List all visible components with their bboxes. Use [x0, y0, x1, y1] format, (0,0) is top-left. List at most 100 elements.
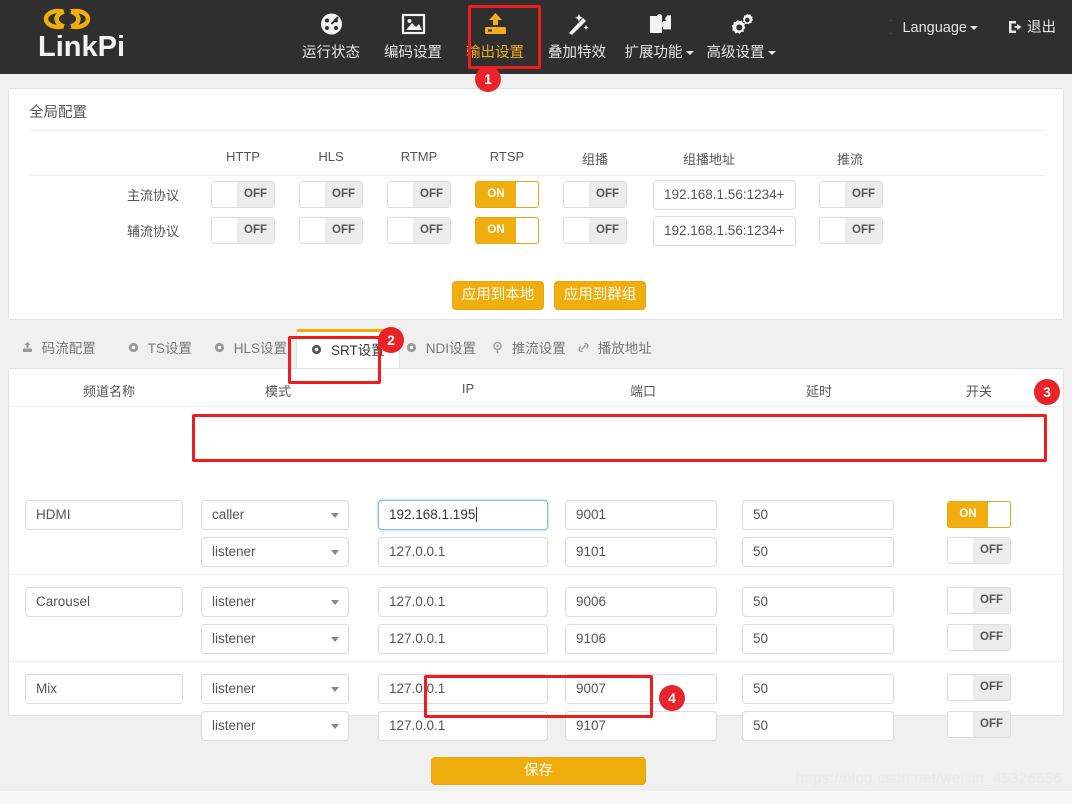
logout-button[interactable]: 退出: [1008, 16, 1056, 37]
nav-item-encoding-settings[interactable]: 编码设置: [372, 0, 454, 74]
toggle-state-label: OFF: [845, 182, 882, 207]
nav-item-running-status[interactable]: 运行状态: [290, 0, 372, 74]
delay-input-3[interactable]: 50: [742, 624, 894, 654]
tab-playback-address[interactable]: 播放地址: [578, 329, 652, 369]
toggle-push-sub[interactable]: OFF: [819, 217, 883, 244]
nav-item-label: 叠加特效: [536, 41, 618, 62]
toggle-state-label: OFF: [973, 538, 1010, 563]
multicast-address-input-sub[interactable]: 192.168.1.56:1234+: [653, 216, 796, 246]
ip-input-0[interactable]: 192.168.1.195: [378, 500, 548, 530]
switch-toggle-0[interactable]: ON: [947, 501, 1011, 528]
toggle-state-label: OFF: [973, 712, 1010, 737]
row-label-sub-stream: 辅流协议: [69, 221, 179, 240]
mode-select-5[interactable]: listener: [201, 711, 349, 741]
channel-name-input-4[interactable]: Mix: [25, 674, 183, 704]
chevron-down-icon: [686, 51, 694, 55]
port-input-2[interactable]: 9006: [565, 587, 717, 617]
toggle-hls-sub[interactable]: OFF: [299, 217, 363, 244]
mode-select-0[interactable]: caller: [201, 500, 349, 530]
brand-logo[interactable]: LinkPi: [38, 6, 248, 62]
toggle-multicast-main[interactable]: OFF: [563, 181, 627, 208]
toggle-hls-main[interactable]: OFF: [299, 181, 363, 208]
column-header-switch: 开关: [909, 381, 1049, 400]
annotation-box-1: [468, 5, 541, 69]
toggle-state-label: OFF: [845, 218, 882, 243]
ip-input-2[interactable]: 127.0.0.1: [378, 587, 548, 617]
delay-input-5[interactable]: 50: [742, 711, 894, 741]
switch-toggle-2[interactable]: OFF: [947, 587, 1011, 614]
nav-item-overlay-effects[interactable]: 叠加特效: [536, 0, 618, 74]
toggle-http-sub[interactable]: OFF: [211, 217, 275, 244]
tab-hls-settings[interactable]: HLS设置: [214, 329, 287, 369]
switch-toggle-5[interactable]: OFF: [947, 711, 1011, 738]
channel-name-input-0[interactable]: HDMI: [25, 500, 183, 530]
chevron-down-icon: [331, 637, 339, 642]
global-config-title: 全局配置: [29, 101, 87, 122]
nav-item-extensions[interactable]: 扩展功能: [618, 0, 700, 74]
toggle-http-main[interactable]: OFF: [211, 181, 275, 208]
chain-link-icon: [42, 6, 248, 32]
toggle-state-label: OFF: [325, 218, 362, 243]
apply-to-local-button[interactable]: 应用到本地: [452, 281, 544, 310]
multicast-address-input-main[interactable]: 192.168.1.56:1234+: [653, 180, 796, 210]
toggle-rtmp-sub[interactable]: OFF: [387, 217, 451, 244]
toggle-state-label: OFF: [413, 182, 450, 207]
annotation-box-2: [288, 336, 381, 384]
switch-toggle-3[interactable]: OFF: [947, 624, 1011, 651]
column-header-push: 推流: [804, 149, 896, 168]
chevron-down-icon: [331, 513, 339, 518]
delay-input-4[interactable]: 50: [742, 674, 894, 704]
tab-ts-settings[interactable]: TS设置: [128, 329, 192, 369]
tab-push-settings[interactable]: 推流设置: [492, 329, 566, 369]
tab-bitstream-config[interactable]: 码流配置: [22, 329, 96, 369]
annotation-badge-2: 2: [378, 327, 404, 353]
column-header-ip: IP: [373, 381, 563, 396]
chevron-down-icon: [768, 51, 776, 55]
ip-input-3[interactable]: 127.0.0.1: [378, 624, 548, 654]
tab-label: NDI设置: [426, 341, 476, 356]
mode-select-4[interactable]: listener: [201, 674, 349, 704]
column-header-hls: HLS: [285, 149, 377, 164]
toggle-state-label: OFF: [325, 182, 362, 207]
delay-input-2[interactable]: 50: [742, 587, 894, 617]
tab-label: 播放地址: [598, 341, 652, 356]
column-header-rtmp: RTMP: [373, 149, 465, 164]
annotation-badge-1: 1: [475, 66, 501, 92]
ip-input-1[interactable]: 127.0.0.1: [378, 537, 548, 567]
toggle-multicast-sub[interactable]: OFF: [563, 217, 627, 244]
toggle-state-label: OFF: [237, 218, 274, 243]
toggle-rtmp-main[interactable]: OFF: [387, 181, 451, 208]
column-header-multicast: 组播: [549, 149, 641, 168]
delay-input-0[interactable]: 50: [742, 500, 894, 530]
apply-to-group-button[interactable]: 应用到群组: [554, 281, 646, 310]
divider: [29, 130, 1045, 131]
column-header-channel-name: 频道名称: [25, 381, 193, 400]
language-selector[interactable]: Language: [884, 20, 978, 36]
switch-toggle-1[interactable]: OFF: [947, 537, 1011, 564]
toggle-state-label: OFF: [413, 218, 450, 243]
nav-item-advanced-settings[interactable]: 高级设置: [700, 0, 782, 74]
channel-name-input-2[interactable]: Carousel: [25, 587, 183, 617]
save-button[interactable]: 保存: [431, 757, 646, 785]
nav-item-label: 编码设置: [372, 41, 454, 62]
tab-ndi-settings[interactable]: NDI设置: [406, 329, 476, 369]
tab-label: TS设置: [148, 341, 192, 356]
nav-label-text: 高级设置: [707, 45, 765, 61]
broadcast-icon: [492, 341, 507, 356]
column-header-rtsp: RTSP: [461, 149, 553, 164]
toggle-push-main[interactable]: OFF: [819, 181, 883, 208]
switch-toggle-4[interactable]: OFF: [947, 674, 1011, 701]
mode-select-2[interactable]: listener: [201, 587, 349, 617]
nav-item-label: 运行状态: [290, 41, 372, 62]
toggle-rtsp-sub[interactable]: ON: [475, 217, 539, 244]
nav-item-label: 高级设置: [700, 41, 782, 62]
port-input-1[interactable]: 9101: [565, 537, 717, 567]
port-input-3[interactable]: 9106: [565, 624, 717, 654]
toggle-state-label: OFF: [973, 675, 1010, 700]
delay-input-1[interactable]: 50: [742, 537, 894, 567]
toggle-rtsp-main[interactable]: ON: [475, 181, 539, 208]
port-input-0[interactable]: 9001: [565, 500, 717, 530]
mode-select-3[interactable]: listener: [201, 624, 349, 654]
chevron-down-icon: [970, 26, 978, 30]
mode-select-1[interactable]: listener: [201, 537, 349, 567]
